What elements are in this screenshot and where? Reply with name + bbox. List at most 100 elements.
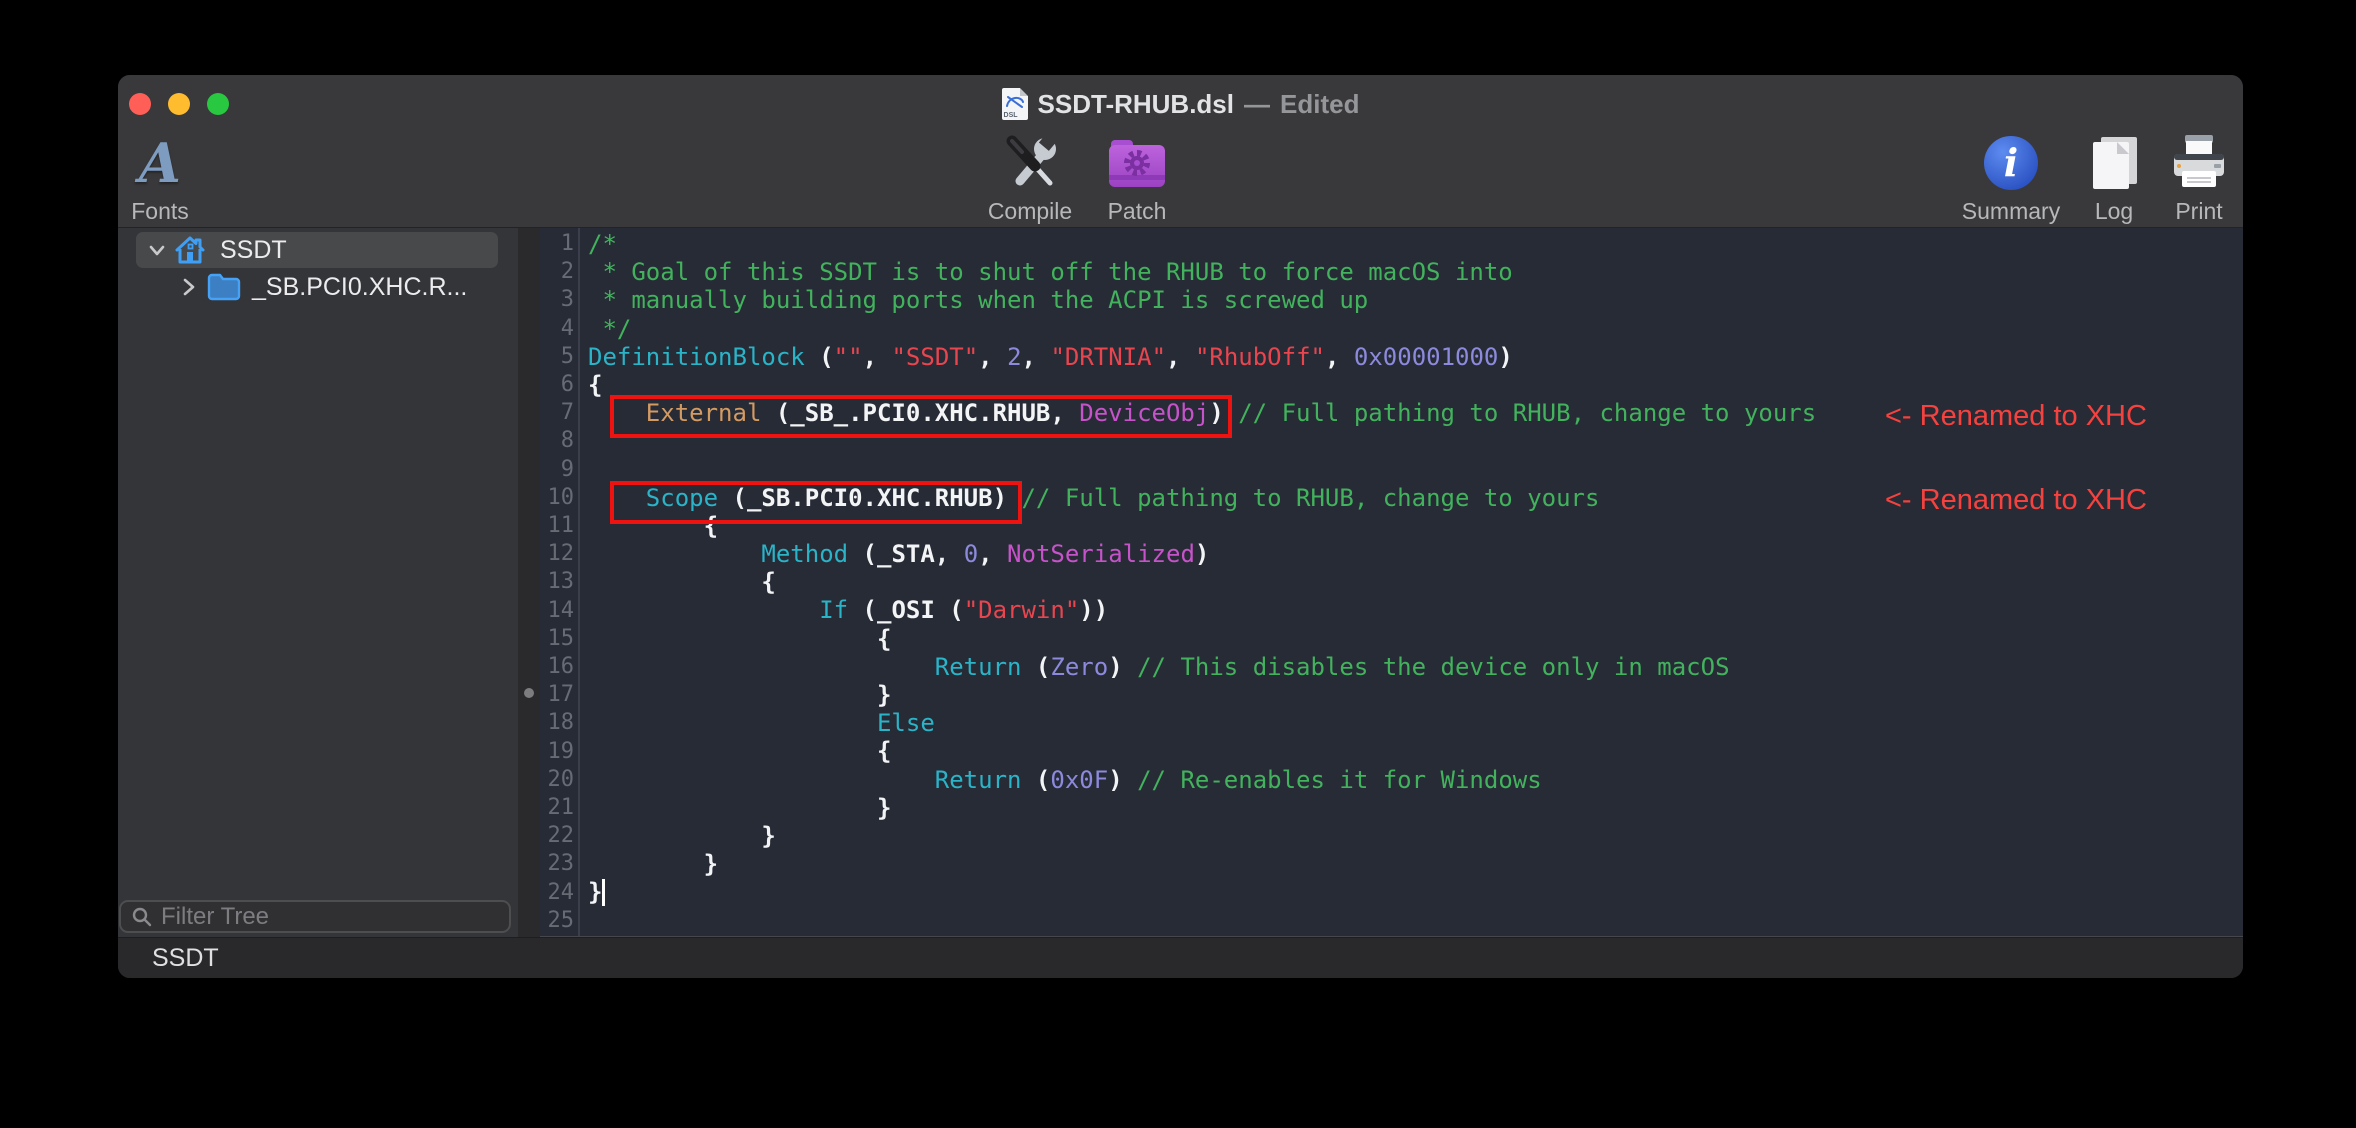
log-label: Log <box>2095 198 2133 224</box>
code-token: // Re-enables it for Windows <box>1137 766 1542 794</box>
code-token: NotSerialized <box>1007 540 1195 568</box>
patch-button[interactable]: Patch <box>1072 128 1202 224</box>
patch-label: Patch <box>1108 198 1167 224</box>
maciasl-window: DSL SSDT-RHUB.dsl — Edited A Fonts <box>118 75 2243 978</box>
code-token: ) <box>1498 343 1512 371</box>
line-number: 10 <box>540 484 574 512</box>
code-token: Zero <box>1050 653 1108 681</box>
line-number: 2 <box>540 258 574 286</box>
filter-tree-input[interactable] <box>161 903 499 931</box>
code-line: DefinitionBlock ("", "SSDT", 2, "DRTNIA"… <box>588 343 1816 371</box>
line-number-gutter: 1234567891011121314151617181920212223242… <box>540 230 578 937</box>
code-token: 0x0F <box>1050 766 1108 794</box>
code-token: } <box>588 681 891 709</box>
code-token: ( <box>1021 766 1050 794</box>
window-title: SSDT-RHUB.dsl <box>1038 89 1234 120</box>
code-line: } <box>588 681 1816 709</box>
code-token: ) <box>1195 540 1209 568</box>
code-token: , <box>978 540 1007 568</box>
desktop: DSL SSDT-RHUB.dsl — Edited A Fonts <box>0 0 2356 1128</box>
code-token <box>588 540 761 568</box>
home-icon <box>173 234 207 266</box>
chevron-down-icon[interactable] <box>145 238 169 262</box>
line-number: 18 <box>540 709 574 737</box>
window-content: SSDT _SB.PCI0.XHC.R... <box>118 228 2243 937</box>
line-number: 21 <box>540 794 574 822</box>
line-number: 15 <box>540 625 574 653</box>
patch-icon <box>1106 135 1168 191</box>
line-number: 4 <box>540 315 574 343</box>
code-editor[interactable]: 1234567891011121314151617181920212223242… <box>540 228 2243 937</box>
code-token: } <box>588 850 718 878</box>
code-line: } <box>588 822 1816 850</box>
code-line: } <box>588 850 1816 878</box>
annotation-renamed-1: <- Renamed to XHC <box>1885 400 2147 433</box>
code-token: (_STA, <box>848 540 964 568</box>
line-number: 17 <box>540 681 574 709</box>
code-token: Return <box>935 653 1022 681</box>
code-token: // This disables the device only in macO… <box>1137 653 1729 681</box>
print-button[interactable]: Print <box>2134 128 2243 224</box>
code-token: , <box>1166 343 1195 371</box>
code-token: // Full pathing to RHUB, change to yours <box>1021 484 1599 512</box>
code-token: "RhubOff" <box>1195 343 1325 371</box>
code-token: * Goal of this SSDT is to shut off the R… <box>588 258 1513 286</box>
line-number: 19 <box>540 738 574 766</box>
code-line: Else <box>588 709 1816 737</box>
code-token: , <box>1022 343 1051 371</box>
highlight-box-scope <box>610 481 1022 524</box>
line-number: 1 <box>540 230 574 258</box>
line-number: 7 <box>540 399 574 427</box>
code-token: } <box>588 822 776 850</box>
line-number: 13 <box>540 568 574 596</box>
code-line: * Goal of this SSDT is to shut off the R… <box>588 258 1816 286</box>
code-token: , <box>1325 343 1354 371</box>
code-line: * manually building ports when the ACPI … <box>588 286 1816 314</box>
line-number: 12 <box>540 540 574 568</box>
code-token: "Darwin" <box>964 596 1080 624</box>
code-line <box>588 456 1816 484</box>
code-line: */ <box>588 315 1816 343</box>
line-number: 23 <box>540 850 574 878</box>
chevron-right-icon[interactable] <box>178 275 200 299</box>
tree-item-ssdt[interactable]: SSDT <box>136 232 498 268</box>
code-line: If (_OSI ("Darwin")) <box>588 596 1816 624</box>
status-path: SSDT <box>152 944 219 973</box>
splitter-handle[interactable] <box>524 688 534 698</box>
code-token: */ <box>588 315 631 343</box>
title-dash: — <box>1244 89 1270 120</box>
code-token <box>588 709 877 737</box>
line-number: 8 <box>540 427 574 455</box>
code-token: (_OSI ( <box>848 596 964 624</box>
filter-tree-field <box>119 900 511 933</box>
titlebar: DSL SSDT-RHUB.dsl — Edited <box>118 88 2243 120</box>
code-line: } <box>588 878 1816 906</box>
edited-badge: Edited <box>1280 89 1359 120</box>
line-number: 16 <box>540 653 574 681</box>
pane-splitter[interactable] <box>518 228 540 937</box>
window-chrome: DSL SSDT-RHUB.dsl — Edited A Fonts <box>118 75 2243 228</box>
code-token: Return <box>935 766 1022 794</box>
info-glyph: i <box>2004 144 2018 182</box>
code-token: { <box>588 737 891 765</box>
code-token <box>588 653 935 681</box>
line-number: 25 <box>540 907 574 935</box>
line-number: 24 <box>540 879 574 907</box>
code-token: "DRTNIA" <box>1050 343 1166 371</box>
tree-item-sb-pci0[interactable]: _SB.PCI0.XHC.R... <box>136 270 510 304</box>
code-token: ) <box>1108 766 1137 794</box>
code-token: ( <box>1021 653 1050 681</box>
code-token: 2 <box>1007 343 1021 371</box>
fonts-button[interactable]: A Fonts <box>118 128 225 224</box>
code-token: { <box>588 568 776 596</box>
line-number: 14 <box>540 597 574 625</box>
code-token: // Full pathing to RHUB, change to yours <box>1238 399 1816 427</box>
code-line: } <box>588 794 1816 822</box>
code-token: ) <box>1108 653 1137 681</box>
code-line: { <box>588 625 1816 653</box>
doc-type-label: DSL <box>1004 112 1018 119</box>
code-token: { <box>588 371 602 399</box>
code-lines: /* * Goal of this SSDT is to shut off th… <box>588 230 1816 937</box>
status-bar: SSDT <box>118 937 2243 978</box>
line-number: 9 <box>540 456 574 484</box>
